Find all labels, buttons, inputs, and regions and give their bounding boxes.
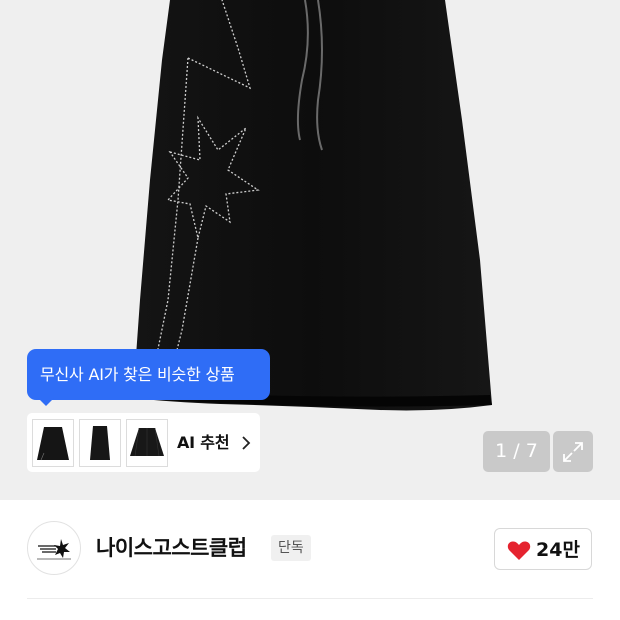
skirt-thumb-icon	[130, 427, 164, 457]
skirt-thumb-icon	[90, 426, 110, 460]
expand-button[interactable]	[553, 431, 593, 472]
page-indicator: 1 / 7	[483, 431, 550, 472]
brand-logo[interactable]	[27, 521, 81, 575]
heart-icon	[507, 541, 531, 560]
chevron-right-icon[interactable]	[241, 435, 251, 451]
expand-icon	[563, 442, 583, 462]
like-count: 24만	[536, 539, 580, 561]
ai-recommend-label[interactable]: AI 추천	[177, 413, 230, 472]
ai-recommend-panel[interactable]: AI 추천	[27, 413, 260, 472]
tooltip-tail	[38, 398, 54, 406]
skirt-thumb-icon	[37, 427, 69, 461]
like-button[interactable]: 24만	[494, 528, 592, 570]
ai-similar-tooltip[interactable]: 무신사 AI가 찾은 비슷한 상품	[27, 349, 270, 400]
similar-product-thumb-1[interactable]	[32, 419, 74, 467]
brand-logo-icon	[37, 539, 71, 560]
similar-product-thumb-2[interactable]	[79, 419, 121, 467]
product-gallery[interactable]: 무신사 AI가 찾은 비슷한 상품 AI 추천 1 / 7	[0, 0, 620, 500]
brand-name[interactable]: 나이스고스트클럽	[96, 533, 247, 563]
similar-product-thumb-3[interactable]	[126, 419, 168, 467]
brand-row: 나이스고스트클럽 단독 24만	[0, 500, 620, 598]
exclusive-badge: 단독	[271, 535, 311, 561]
divider	[27, 598, 593, 599]
